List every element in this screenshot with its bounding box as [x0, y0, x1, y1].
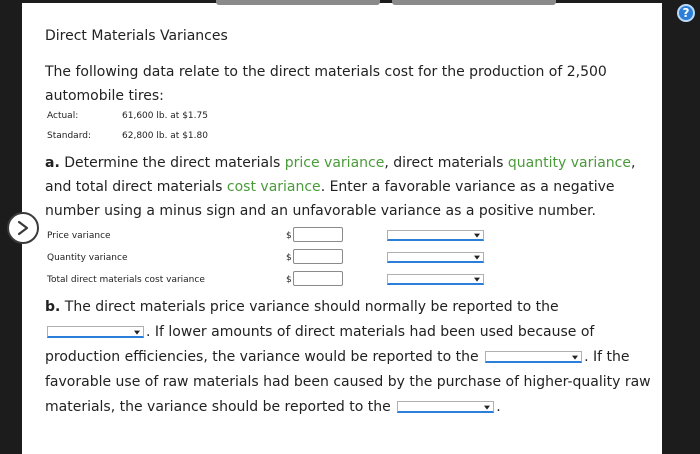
- part-b-letter: b.: [45, 299, 61, 315]
- actual-value: 61,600 lb. at $1.75: [122, 111, 208, 121]
- price-variance-row: Price variance $: [45, 227, 505, 245]
- quantity-variance-type-select[interactable]: [387, 252, 484, 263]
- dropdown-caret-icon: [484, 405, 491, 410]
- quantity-variance-link[interactable]: quantity variance: [508, 155, 631, 171]
- price-variance-report-select[interactable]: [47, 326, 144, 338]
- cost-variance-link[interactable]: cost variance: [227, 179, 321, 195]
- total-cost-variance-input[interactable]: [293, 271, 343, 286]
- quality-variance-report-select[interactable]: [397, 401, 495, 413]
- dropdown-caret-icon: [474, 255, 480, 260]
- dropdown-caret-icon: [572, 355, 579, 360]
- help-icon[interactable]: ?: [677, 4, 695, 22]
- standard-label: Standard:: [47, 131, 91, 141]
- problem-intro: The following data relate to the direct …: [45, 64, 607, 104]
- price-variance-label: Price variance: [47, 231, 111, 241]
- part-a-instructions: a. Determine the direct materials price …: [45, 155, 636, 219]
- top-tab-left[interactable]: [216, 0, 380, 5]
- actual-label: Actual:: [47, 111, 79, 121]
- currency-symbol: $: [286, 275, 292, 285]
- expand-nav-button[interactable]: [7, 212, 39, 244]
- right-frame: [662, 0, 700, 454]
- total-cost-variance-label: Total direct materials cost variance: [47, 275, 205, 285]
- part-a-letter: a.: [45, 155, 60, 171]
- price-variance-input[interactable]: [293, 227, 343, 242]
- quantity-variance-report-select[interactable]: [485, 351, 583, 363]
- dropdown-caret-icon: [474, 233, 480, 238]
- price-variance-link[interactable]: price variance: [285, 155, 385, 171]
- quantity-variance-input[interactable]: [293, 249, 343, 264]
- quantity-variance-row: Quantity variance $: [45, 249, 505, 267]
- problem-heading: Direct Materials Variances: [45, 28, 228, 44]
- total-cost-variance-type-select[interactable]: [387, 274, 484, 285]
- top-tab-right[interactable]: [392, 0, 556, 5]
- price-variance-type-select[interactable]: [387, 230, 484, 241]
- dropdown-caret-icon: [134, 330, 140, 335]
- currency-symbol: $: [286, 231, 292, 241]
- dropdown-caret-icon: [474, 277, 480, 282]
- currency-symbol: $: [286, 253, 292, 263]
- standard-value: 62,800 lb. at $1.80: [122, 131, 208, 141]
- chevron-right-icon: [17, 220, 29, 236]
- total-cost-variance-row: Total direct materials cost variance $: [45, 271, 505, 289]
- part-b-question: b. The direct materials price variance s…: [45, 299, 651, 415]
- quantity-variance-label: Quantity variance: [47, 253, 128, 263]
